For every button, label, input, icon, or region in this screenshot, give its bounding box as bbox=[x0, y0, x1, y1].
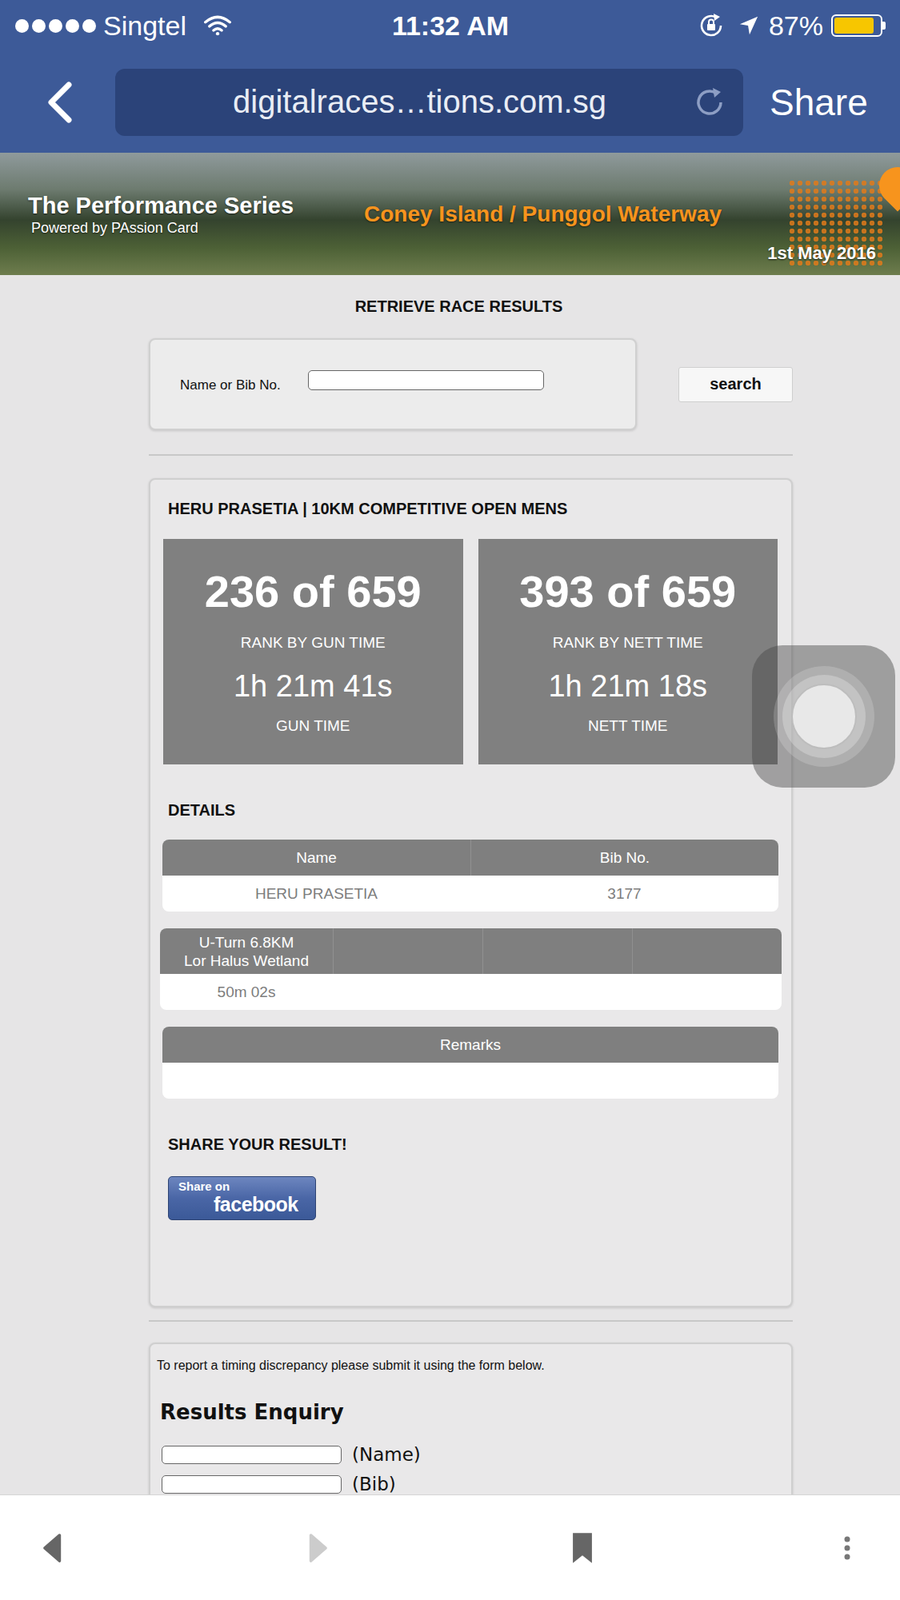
enquiry-input[interactable] bbox=[161, 1446, 342, 1465]
signal-dot bbox=[15, 19, 29, 33]
toolbar-button[interactable] bbox=[815, 1516, 880, 1581]
rotation-lock-icon bbox=[698, 12, 724, 39]
stat-box: 393 of 659 RANK BY NETT TIME 1h 21m 18s … bbox=[478, 539, 779, 765]
url-text: digitalraces…tions.com.sg bbox=[163, 84, 676, 120]
share-heading: SHARE YOUR RESULT! bbox=[168, 1135, 792, 1155]
page-title: RETRIEVE RACE RESULTS bbox=[148, 296, 793, 317]
stat-rank: 393 of 659 bbox=[519, 566, 736, 618]
search-panel: Name or Bib No. bbox=[148, 338, 637, 431]
battery-fill bbox=[834, 17, 874, 34]
bookmark-icon bbox=[568, 1531, 596, 1567]
enquiry-field: (Bib) bbox=[161, 1472, 785, 1496]
wifi-icon bbox=[204, 15, 232, 36]
carrier-label: Singtel bbox=[103, 10, 187, 42]
table-header: Remarks bbox=[162, 1027, 779, 1064]
browser-page: Singtel 11:32 AM 87% digitalraces…tions.… bbox=[0, 0, 900, 1600]
stat-time: 1h 21m 18s bbox=[548, 668, 708, 704]
reload-icon[interactable] bbox=[692, 84, 728, 120]
stat-rank-label: RANK BY NETT TIME bbox=[552, 633, 704, 653]
stat-time: 1h 21m 41s bbox=[233, 668, 393, 704]
table-cell bbox=[332, 974, 483, 1011]
details-table: NameBib No. HERU PRASETIA3177 bbox=[162, 840, 779, 912]
share-button[interactable]: Share bbox=[769, 80, 868, 124]
enquiry-field: (Name) bbox=[161, 1443, 785, 1468]
details-heading: DETAILS bbox=[168, 800, 792, 820]
splits-table: U-Turn 6.8KMLor Halus Wetland 50m 02s bbox=[160, 928, 782, 1011]
facebook-share-button[interactable]: Share on facebook bbox=[168, 1176, 316, 1221]
stat-box: 236 of 659 RANK BY GUN TIME 1h 21m 41s G… bbox=[163, 539, 464, 765]
enquiry-title: Results Enquiry bbox=[160, 1399, 785, 1427]
result-card: HERU PRASETIA | 10KM COMPETITIVE OPEN ME… bbox=[148, 478, 793, 1308]
signal-dot bbox=[65, 19, 80, 33]
table-cell: 3177 bbox=[470, 876, 779, 912]
back-icon bbox=[39, 1531, 67, 1567]
assistive-touch-button[interactable] bbox=[752, 645, 896, 788]
search-label: Name or Bib No. bbox=[180, 377, 308, 394]
table-header: Bib No. bbox=[470, 840, 779, 876]
series-title: The Performance Series bbox=[28, 192, 340, 220]
enquiry-note: To report a timing discrepancy please su… bbox=[156, 1358, 785, 1375]
search-button[interactable]: search bbox=[678, 367, 793, 403]
more-icon bbox=[839, 1525, 856, 1572]
series-logo: The Performance Series Powered by PAssio… bbox=[28, 192, 340, 237]
table-cell bbox=[482, 974, 632, 1011]
divider bbox=[148, 454, 793, 456]
search-input[interactable] bbox=[308, 370, 544, 391]
page-content: RETRIEVE RACE RESULTS Name or Bib No. se… bbox=[0, 275, 900, 1496]
remarks-value bbox=[162, 1063, 779, 1100]
browser-header: Singtel 11:32 AM 87% digitalraces…tions.… bbox=[0, 0, 900, 153]
result-title: HERU PRASETIA | 10KM COMPETITIVE OPEN ME… bbox=[168, 499, 792, 519]
enquiry-card: To report a timing discrepancy please su… bbox=[148, 1343, 793, 1496]
nav-bar: digitalraces…tions.com.sg Share bbox=[0, 51, 900, 153]
location-icon bbox=[738, 15, 760, 36]
signal-dot bbox=[48, 19, 63, 33]
stat-rank-label: RANK BY GUN TIME bbox=[240, 633, 386, 653]
url-field[interactable]: digitalraces…tions.com.sg bbox=[115, 68, 744, 136]
table-header: Name bbox=[162, 840, 471, 876]
divider bbox=[148, 1320, 793, 1323]
event-date: 1st May 2016 bbox=[767, 243, 876, 264]
signal-icon bbox=[15, 19, 96, 33]
signal-dot bbox=[32, 19, 46, 33]
search-row: Name or Bib No. search bbox=[148, 338, 793, 431]
venue-title: Coney Island / Punggol Waterway bbox=[364, 201, 722, 228]
battery-icon bbox=[831, 14, 886, 37]
stat-time-label: GUN TIME bbox=[276, 716, 351, 736]
stat-time-label: NETT TIME bbox=[588, 716, 668, 736]
table-header: U-Turn 6.8KMLor Halus Wetland bbox=[160, 928, 333, 975]
enquiry-input[interactable] bbox=[161, 1476, 342, 1495]
signal-dot bbox=[82, 19, 96, 33]
toolbar-button[interactable] bbox=[20, 1516, 85, 1581]
remarks-table: Remarks bbox=[162, 1027, 779, 1100]
battery-percent: 87% bbox=[768, 10, 824, 42]
clock: 11:32 AM bbox=[392, 10, 509, 42]
toolbar-button[interactable] bbox=[550, 1516, 615, 1581]
status-bar: Singtel 11:32 AM 87% bbox=[0, 0, 900, 52]
enquiry-label: (Bib) bbox=[352, 1474, 396, 1496]
table-cell bbox=[632, 974, 782, 1011]
table-cell: 50m 02s bbox=[160, 974, 333, 1011]
table-header bbox=[632, 928, 782, 975]
enquiry-label: (Name) bbox=[352, 1444, 421, 1466]
event-banner: The Performance Series Powered by PAssio… bbox=[0, 152, 900, 276]
toolbar-button[interactable] bbox=[285, 1516, 350, 1581]
table-cell: HERU PRASETIA bbox=[162, 876, 471, 912]
table-header bbox=[482, 928, 632, 975]
table-header bbox=[332, 928, 483, 975]
powered-by: Powered by PAssion Card bbox=[31, 219, 340, 237]
browser-toolbar bbox=[0, 1495, 900, 1600]
stat-rank: 236 of 659 bbox=[204, 566, 422, 618]
forward-icon bbox=[304, 1531, 332, 1567]
back-chevron-icon[interactable] bbox=[40, 78, 80, 127]
